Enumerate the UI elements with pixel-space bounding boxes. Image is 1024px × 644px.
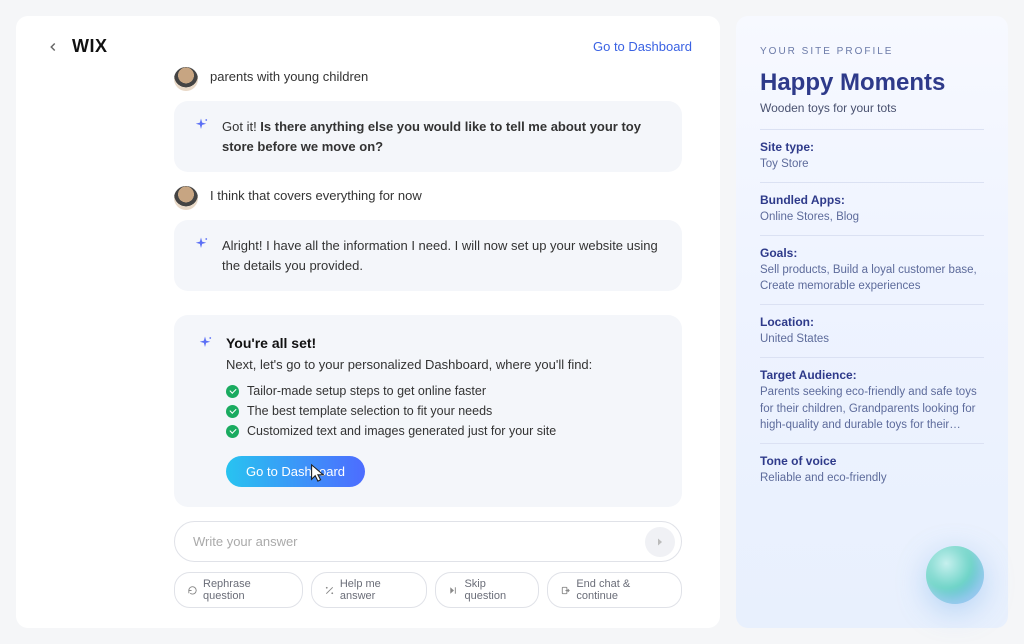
answer-input[interactable] [193,534,645,549]
header: WIX Go to Dashboard [44,36,692,57]
profile-value: Toy Store [760,156,984,172]
action-chip-row: Rephrase question Help me answer Skip qu… [174,572,682,608]
sparkle-icon [196,335,214,487]
divider [760,182,984,183]
user-avatar [174,186,198,210]
bot-message-text: Alright! I have all the information I ne… [222,236,664,275]
list-item: The best template selection to fit your … [226,404,660,418]
user-message: parents with young children [174,65,682,91]
profile-key: Location: [760,315,984,329]
list-item: Customized text and images generated jus… [226,424,660,438]
send-button[interactable] [645,527,675,557]
end-chat-chip[interactable]: End chat & continue [547,572,682,608]
wix-logo: WIX [72,36,108,57]
bot-message: Alright! I have all the information I ne… [174,220,682,291]
list-item: Tailor-made setup steps to get online fa… [226,384,660,398]
profile-key: Tone of voice [760,454,984,468]
answer-input-row [174,521,682,562]
go-to-dashboard-button[interactable]: Go to Dashboard [226,456,365,487]
profile-value: Online Stores, Blog [760,209,984,225]
site-profile-panel: YOUR SITE PROFILE Happy Moments Wooden t… [736,16,1008,628]
skip-forward-icon [448,585,459,596]
divider [760,357,984,358]
refresh-icon [187,585,198,596]
completion-bullet-list: Tailor-made setup steps to get online fa… [226,384,660,438]
help-chip[interactable]: Help me answer [311,572,428,608]
profile-row: Location: United States [760,315,984,347]
profile-key: Goals: [760,246,984,260]
profile-value: Sell products, Build a loyal customer ba… [760,262,984,294]
chat-panel: WIX Go to Dashboard parents with young c… [16,16,720,628]
user-message-text: I think that covers everything for now [210,184,422,210]
checkmark-icon [226,425,239,438]
chat-thread: parents with young children Got it! Is t… [44,65,692,608]
site-title: Happy Moments [760,69,984,97]
user-avatar [174,67,198,91]
profile-row: Target Audience: Parents seeking eco-fri… [760,368,984,432]
go-to-dashboard-link[interactable]: Go to Dashboard [593,39,692,54]
user-message: I think that covers everything for now [174,184,682,210]
skip-chip[interactable]: Skip question [435,572,539,608]
divider [760,304,984,305]
wand-icon [324,585,335,596]
profile-value: United States [760,331,984,347]
profile-row: Site type: Toy Store [760,140,984,172]
profile-key: Target Audience: [760,368,984,382]
completion-subtitle: Next, let's go to your personalized Dash… [226,357,660,372]
profile-value: Reliable and eco-friendly [760,470,984,486]
profile-row: Tone of voice Reliable and eco-friendly [760,454,984,486]
completion-title: You're all set! [226,335,660,351]
divider [760,443,984,444]
bot-message: Got it! Is there anything else you would… [174,101,682,172]
profile-section-label: YOUR SITE PROFILE [760,46,984,57]
back-button[interactable] [44,38,62,56]
checkmark-icon [226,385,239,398]
exit-icon [560,585,571,596]
user-message-text: parents with young children [210,65,368,91]
rephrase-chip[interactable]: Rephrase question [174,572,303,608]
site-tagline: Wooden toys for your tots [760,101,984,115]
sparkle-icon [192,236,210,254]
profile-row: Bundled Apps: Online Stores, Blog [760,193,984,225]
bot-message-text: Got it! Is there anything else you would… [222,117,664,156]
checkmark-icon [226,405,239,418]
completion-card: You're all set! Next, let's go to your p… [174,315,682,507]
profile-row: Goals: Sell products, Build a loyal cust… [760,246,984,294]
cursor-icon [308,463,326,483]
sparkle-icon [192,117,210,135]
profile-value: Parents seeking eco-friendly and safe to… [760,384,984,432]
assistant-orb-icon[interactable] [926,546,984,604]
profile-key: Bundled Apps: [760,193,984,207]
divider [760,235,984,236]
profile-key: Site type: [760,140,984,154]
divider [760,129,984,130]
